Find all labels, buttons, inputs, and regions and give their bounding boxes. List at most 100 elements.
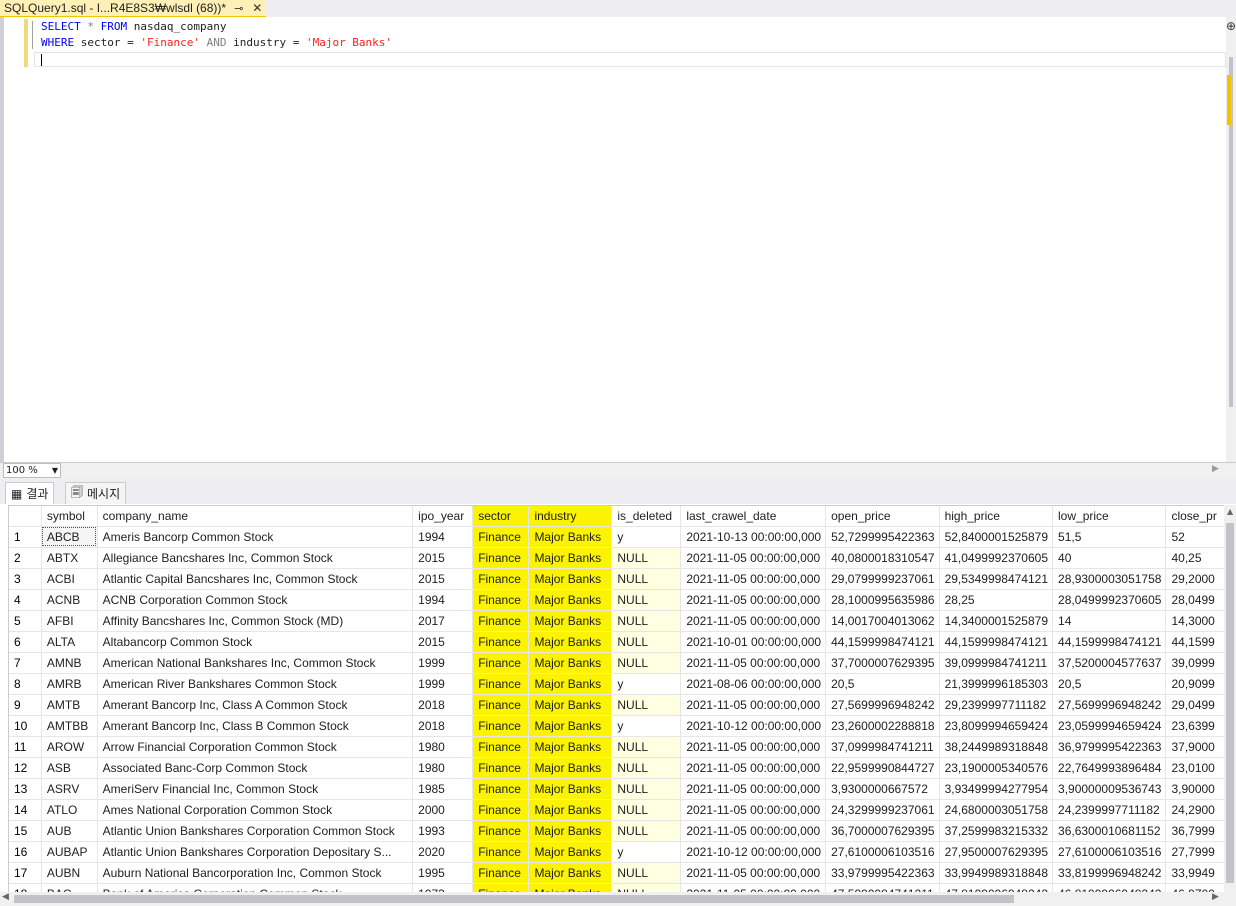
cell-ipo_year[interactable]: 1980 (412, 736, 474, 758)
column-header-low_price[interactable]: low_price (1052, 506, 1167, 527)
scroll-right-icon[interactable]: ▶ (1212, 464, 1219, 474)
query-document-tab[interactable]: SQLQuery1.sql - I...R4E8S3₩wlsdl (68))* … (0, 0, 267, 17)
cell-low_price[interactable]: 40 (1052, 547, 1167, 569)
cell-company_name[interactable]: AmeriServ Financial Inc, Common Stock (97, 778, 414, 800)
cell-is_deleted[interactable]: NULL (611, 778, 682, 800)
cell-high_price[interactable]: 41,0499992370605 (939, 547, 1054, 569)
cell-open_price[interactable]: 37,7000007629395 (825, 652, 940, 674)
cell-close_pr[interactable]: 27,7999 (1165, 841, 1225, 863)
zoom-select[interactable]: 100 % ▼ (3, 463, 61, 478)
cell-is_deleted[interactable]: NULL (611, 547, 682, 569)
row-number[interactable]: 1 (9, 526, 42, 548)
cell-ipo_year[interactable]: 1994 (412, 589, 474, 611)
cell-industry[interactable]: Major Banks (528, 694, 613, 716)
cell-company_name[interactable]: ACNB Corporation Common Stock (97, 589, 414, 611)
table-row[interactable]: 10 AMTBB Amerant Bancorp Inc, Class B Comm… (9, 715, 1225, 737)
cell-high_price[interactable]: 29,5349998474121 (939, 568, 1054, 590)
cell-is_deleted[interactable]: NULL (611, 610, 682, 632)
cell-industry[interactable]: Major Banks (528, 799, 613, 821)
cell-close_pr[interactable]: 20,9099 (1165, 673, 1225, 695)
row-number[interactable]: 11 (9, 736, 42, 758)
cell-high_price[interactable]: 44,1599998474121 (939, 631, 1054, 653)
cell-close_pr[interactable]: 29,2000 (1165, 568, 1225, 590)
row-number[interactable]: 17 (9, 862, 42, 884)
cell-symbol[interactable]: AMTB (41, 694, 98, 716)
cell-sector[interactable]: Finance (472, 526, 530, 548)
cell-last_crawel_date[interactable]: 2021-11-05 00:00:00,000 (680, 862, 827, 884)
cell-company_name[interactable]: Atlantic Union Bankshares Corporation Co… (97, 820, 414, 842)
cell-symbol[interactable]: AMNB (41, 652, 98, 674)
cell-industry[interactable]: Major Banks (528, 757, 613, 779)
row-number[interactable]: 3 (9, 568, 42, 590)
cell-low_price[interactable]: 44,1599998474121 (1052, 631, 1167, 653)
cell-low_price[interactable]: 36,9799995422363 (1052, 736, 1167, 758)
cell-high_price[interactable]: 14,3400001525879 (939, 610, 1054, 632)
cell-high_price[interactable]: 23,1900005340576 (939, 757, 1054, 779)
column-header-sector[interactable]: sector (472, 506, 530, 527)
cell-high_price[interactable]: 23,8099994659424 (939, 715, 1054, 737)
cell-ipo_year[interactable]: 2017 (412, 610, 474, 632)
column-header-ipo_year[interactable]: ipo_year (412, 506, 474, 527)
cell-sector[interactable]: Finance (472, 631, 530, 653)
column-header-close_pr[interactable]: close_pr (1165, 506, 1225, 527)
cell-open_price[interactable]: 14,0017004013062 (825, 610, 940, 632)
cell-low_price[interactable]: 20,5 (1052, 673, 1167, 695)
table-row[interactable]: 5 AFBI Affinity Bancshares Inc, Common Sto… (9, 610, 1225, 632)
cell-sector[interactable]: Finance (472, 568, 530, 590)
cell-high_price[interactable]: 28,25 (939, 589, 1054, 611)
cell-low_price[interactable]: 28,9300003051758 (1052, 568, 1167, 590)
row-number[interactable]: 10 (9, 715, 42, 737)
cell-last_crawel_date[interactable]: 2021-10-01 00:00:00,000 (680, 631, 827, 653)
cell-last_crawel_date[interactable]: 2021-11-05 00:00:00,000 (680, 757, 827, 779)
cell-industry[interactable]: Major Banks (528, 778, 613, 800)
cell-company_name[interactable]: Amerant Bancorp Inc, Class A Common Stoc… (97, 694, 414, 716)
cell-open_price[interactable]: 29,0799999237061 (825, 568, 940, 590)
cell-symbol[interactable]: ABTX (41, 547, 98, 569)
cell-sector[interactable]: Finance (472, 610, 530, 632)
cell-is_deleted[interactable]: NULL (611, 862, 682, 884)
cell-symbol[interactable]: AUB (41, 820, 98, 842)
table-row[interactable]: 13 ASRV AmeriServ Financial Inc, Common St… (9, 778, 1225, 800)
cell-sector[interactable]: Finance (472, 841, 530, 863)
cell-ipo_year[interactable]: 2018 (412, 694, 474, 716)
cell-sector[interactable]: Finance (472, 778, 530, 800)
results-grid[interactable]: symbol company_name ipo_year sector industry… (8, 505, 1225, 893)
cell-close_pr[interactable]: 44,1599 (1165, 631, 1225, 653)
cell-open_price[interactable]: 24,3299999237061 (825, 799, 940, 821)
cell-open_price[interactable]: 37,0999984741211 (825, 736, 940, 758)
cell-sector[interactable]: Finance (472, 547, 530, 569)
column-header-symbol[interactable]: symbol (41, 506, 98, 527)
cell-industry[interactable]: Major Banks (528, 610, 613, 632)
cell-industry[interactable]: Major Banks (528, 736, 613, 758)
cell-open_price[interactable]: 44,1599998474121 (825, 631, 940, 653)
table-row[interactable]: 6 ALTA Altabancorp Common Stock 2015 Finance… (9, 631, 1225, 653)
grid-hscroll-thumb[interactable] (14, 895, 1014, 903)
grid-scroll-thumb[interactable] (1226, 523, 1234, 883)
cell-close_pr[interactable]: 40,25 (1165, 547, 1225, 569)
cell-ipo_year[interactable]: 2018 (412, 715, 474, 737)
cell-last_crawel_date[interactable]: 2021-11-05 00:00:00,000 (680, 820, 827, 842)
cell-company_name[interactable]: American River Bankshares Common Stock (97, 673, 414, 695)
cell-ipo_year[interactable]: 2020 (412, 841, 474, 863)
cell-high_price[interactable]: 27,9500007629395 (939, 841, 1054, 863)
cell-symbol[interactable]: ASB (41, 757, 98, 779)
cell-company_name[interactable]: Affinity Bancshares Inc, Common Stock (M… (97, 610, 414, 632)
cell-last_crawel_date[interactable]: 2021-11-05 00:00:00,000 (680, 610, 827, 632)
column-header-open_price[interactable]: open_price (825, 506, 940, 527)
cell-last_crawel_date[interactable]: 2021-10-13 00:00:00,000 (680, 526, 827, 548)
cell-close_pr[interactable]: 33,9949 (1165, 862, 1225, 884)
cell-open_price[interactable]: 20,5 (825, 673, 940, 695)
cell-symbol[interactable]: AMRB (41, 673, 98, 695)
cell-low_price[interactable]: 23,0599994659424 (1052, 715, 1167, 737)
cell-company_name[interactable]: Associated Banc-Corp Common Stock (97, 757, 414, 779)
cell-close_pr[interactable]: 23,6399 (1165, 715, 1225, 737)
cell-company_name[interactable]: American National Bankshares Inc, Common… (97, 652, 414, 674)
cell-symbol[interactable]: ALTA (41, 631, 98, 653)
cell-close_pr[interactable]: 37,9000 (1165, 736, 1225, 758)
cell-industry[interactable]: Major Banks (528, 841, 613, 863)
table-row[interactable]: 2 ABTX Allegiance Bancshares Inc, Common S… (9, 547, 1225, 569)
cell-symbol[interactable]: ACBI (41, 568, 98, 590)
row-number-header[interactable] (9, 506, 42, 527)
cell-ipo_year[interactable]: 1994 (412, 526, 474, 548)
cell-sector[interactable]: Finance (472, 652, 530, 674)
